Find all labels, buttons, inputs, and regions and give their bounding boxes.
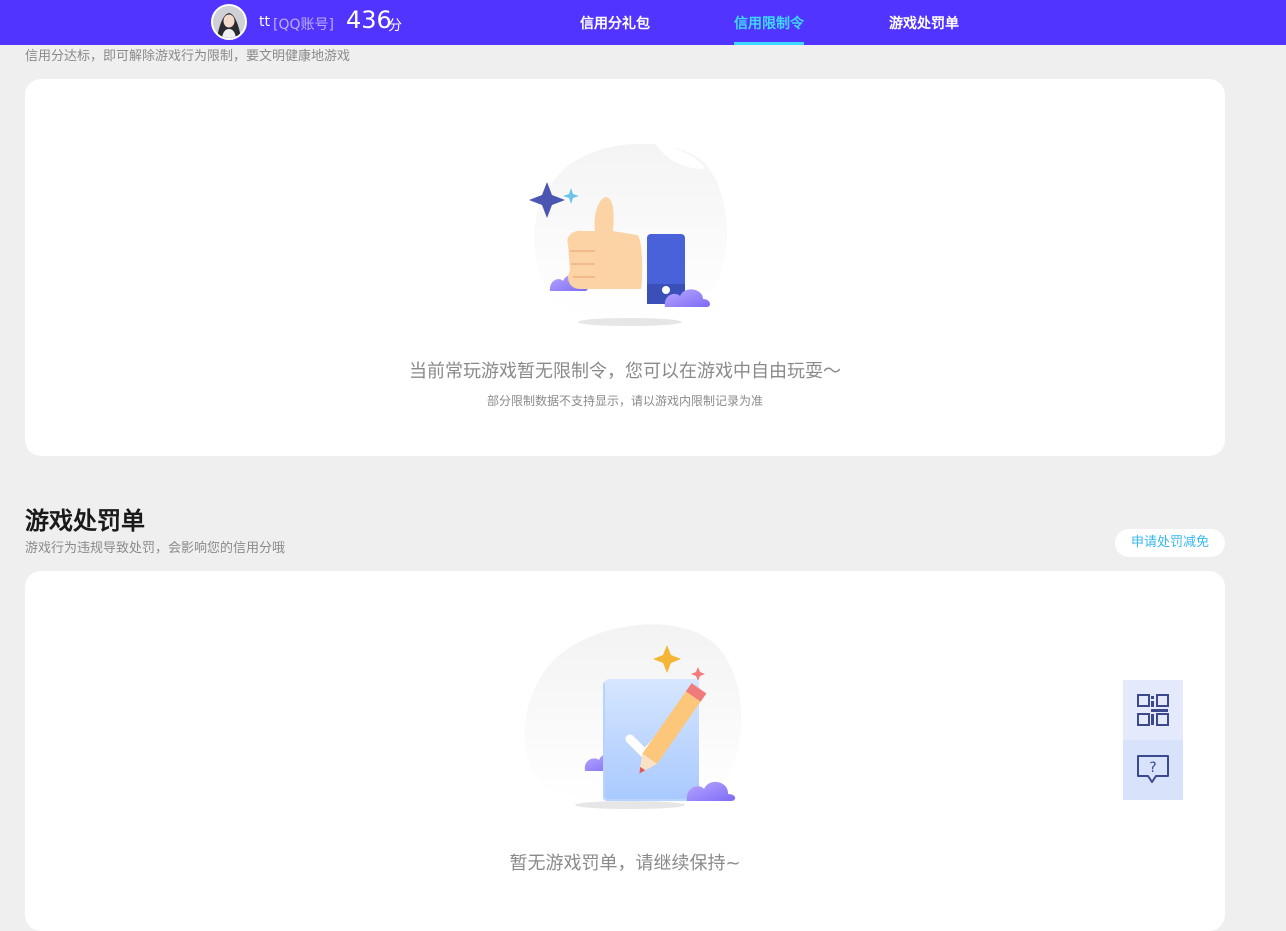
- restriction-subtitle: 信用分达标，即可解除游戏行为限制，要文明健康地游戏: [25, 49, 351, 64]
- credit-score-value: 436: [346, 6, 392, 34]
- credit-score-unit: 分: [388, 18, 402, 34]
- qr-code-button[interactable]: [1123, 680, 1183, 740]
- svg-text:?: ?: [1149, 760, 1156, 776]
- tab-credit-restriction[interactable]: 信用限制令: [734, 13, 804, 45]
- checklist-pencil-illustration-icon: [524, 624, 742, 809]
- penalty-card: 暂无游戏罚单，请继续保持~: [25, 571, 1225, 931]
- user-name: tt: [259, 14, 270, 30]
- restriction-card: 当前常玩游戏暂无限制令，您可以在游戏中自由玩耍～ 部分限制数据不支持显示，请以游…: [25, 79, 1225, 456]
- feedback-button[interactable]: ?: [1123, 740, 1183, 800]
- apply-penalty-reduction-button[interactable]: 申请处罚减免: [1115, 529, 1225, 557]
- penalty-subtitle: 游戏行为违规导致处罚，会影响您的信用分哦: [25, 541, 286, 556]
- penalty-empty-title: 暂无游戏罚单，请继续保持~: [509, 853, 741, 874]
- tab-game-penalty[interactable]: 游戏处罚单: [889, 13, 959, 45]
- thumbs-up-illustration-icon: [529, 142, 727, 326]
- penalty-section-title: 游戏处罚单: [25, 507, 145, 535]
- tab-credit-gift[interactable]: 信用分礼包: [580, 13, 650, 45]
- restriction-empty-title: 当前常玩游戏暂无限制令，您可以在游戏中自由玩耍～: [409, 361, 841, 382]
- avatar-image-icon: [213, 6, 245, 38]
- account-type-tag: [QQ账号]: [273, 17, 334, 33]
- qr-code-icon: [1137, 694, 1169, 726]
- restriction-empty-note: 部分限制数据不支持显示，请以游戏内限制记录为准: [486, 394, 763, 408]
- top-bar: tt [QQ账号] 436 分 信用分礼包 信用限制令 游戏处罚单: [0, 0, 1286, 45]
- avatar[interactable]: [211, 4, 247, 40]
- feedback-question-icon: ?: [1137, 755, 1169, 783]
